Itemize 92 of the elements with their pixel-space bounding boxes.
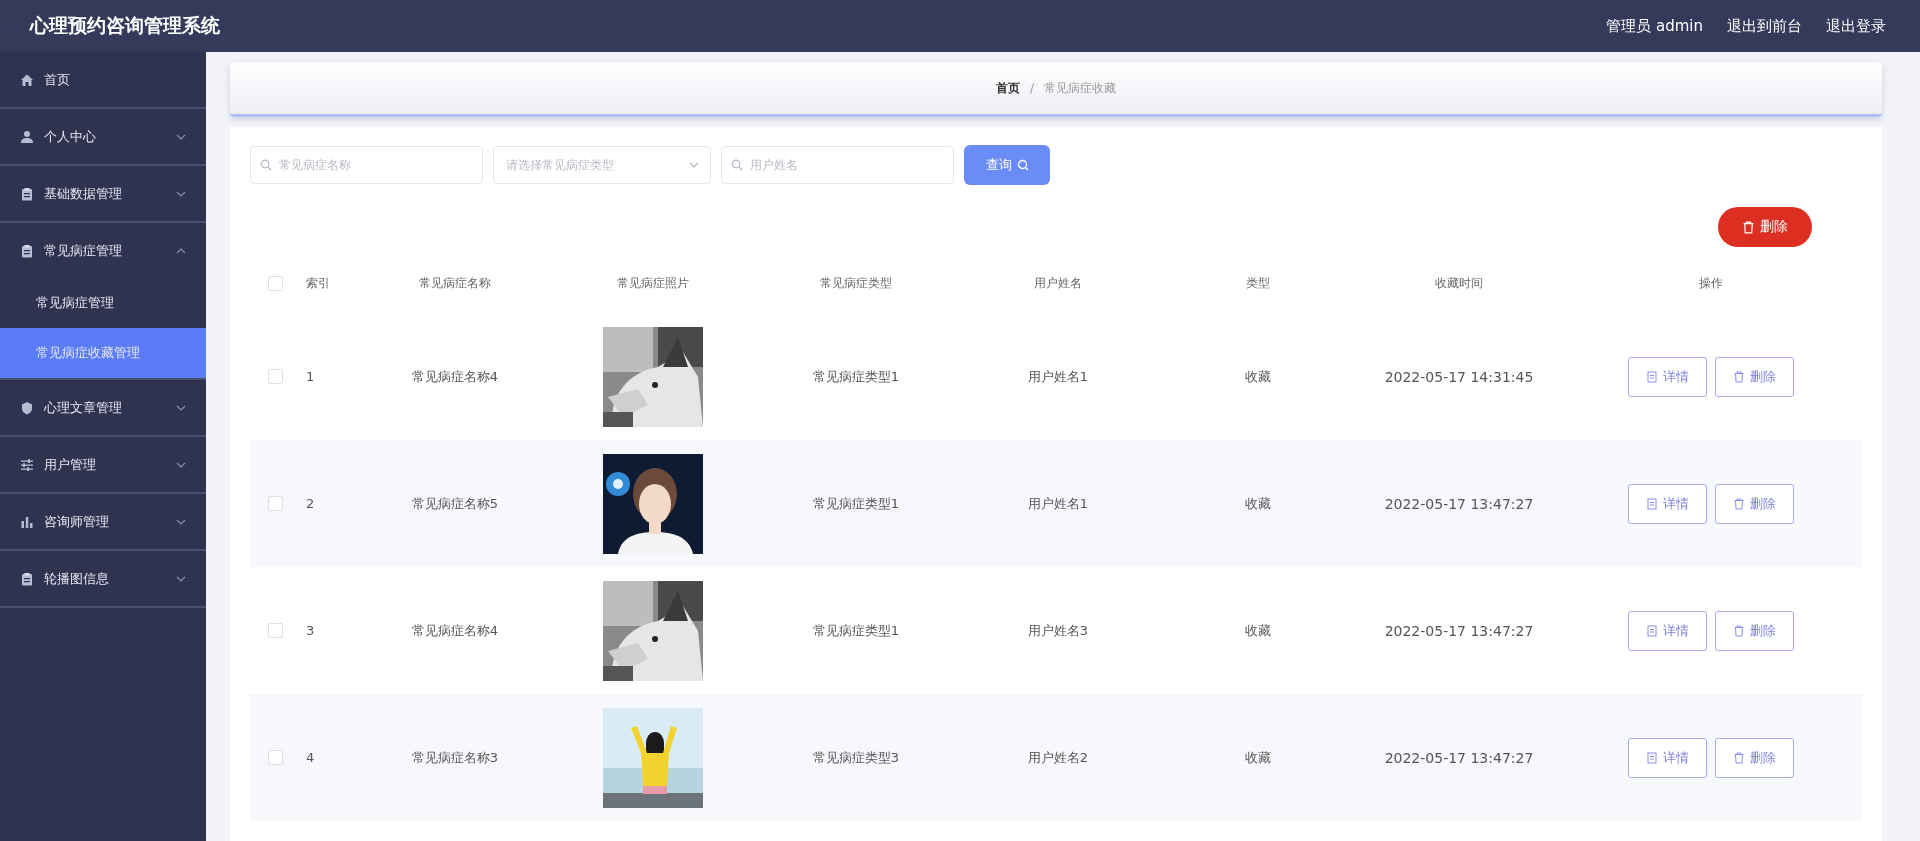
sidebar-item[interactable]: 基础数据管理 [0,166,206,221]
table-cell-text: 用户姓名2 [1026,748,1090,767]
search-icon [731,159,743,171]
table-cell-text: 常见病症名称5 [410,494,500,513]
select-field[interactable]: 请选择常见病症类型 [493,146,711,184]
delete-button[interactable]: 删除 [1715,737,1794,778]
header-link[interactable]: 退出登录 [1826,16,1886,36]
sidebar-item[interactable]: 常见病症管理 [0,223,206,278]
details-button[interactable]: 详情 [1628,483,1707,524]
table-cell-text: 4 [305,750,316,765]
table-cell-text: 用户姓名3 [1026,621,1090,640]
trash-icon [1733,497,1745,510]
trash-icon [1733,751,1745,764]
table-cell-text: 2022-05-17 13:47:27 [1383,622,1535,639]
clipboard-icon [20,243,34,258]
table-cell-text: 2022-05-17 13:47:27 [1383,749,1535,766]
details-button[interactable]: 详情 [1628,356,1707,397]
chevron-icon [176,518,186,525]
clipboard-icon [20,571,34,586]
trash-icon [1742,220,1755,234]
trash-icon [1733,370,1745,383]
home-icon [20,72,34,87]
search-field[interactable]: 常见病症名称 [250,146,483,184]
column-header: 类型 [1245,274,1271,292]
table-cell-text: 常见病症类型1 [811,367,901,386]
chevron-icon [176,404,186,411]
sidebar-item[interactable]: 轮播图信息 [0,551,206,606]
table-cell-text: 2 [305,496,316,511]
clipboard-icon [20,186,34,201]
table-cell-text: 收藏 [1244,621,1272,640]
document-icon [1646,751,1658,764]
table-cell-text: 常见病症名称4 [410,621,500,640]
column-header: 常见病症照片 [616,274,690,292]
chevron-icon [176,133,186,140]
user-icon [20,129,34,144]
column-header: 常见病症名称 [418,274,492,292]
column-header: 收藏时间 [1434,274,1484,292]
table-cell-text: 1 [305,369,316,384]
search-icon [1016,159,1029,171]
table-cell-text: 2022-05-17 14:31:45 [1383,368,1535,385]
document-icon [1646,624,1658,637]
chevron-icon [689,162,699,168]
checkbox[interactable] [267,369,283,384]
header-link[interactable]: 管理员 admin [1606,16,1703,36]
document-icon [1646,497,1658,510]
table-cell-text: 3 [305,623,316,638]
chevron-icon [176,247,186,254]
table-cell-text: 收藏 [1244,748,1272,767]
checkbox[interactable] [267,750,283,765]
bar-chart-icon [20,514,34,529]
column-header: 操作 [1698,274,1724,292]
delete-button[interactable]: 删除 [1718,207,1812,247]
table-cell-text: 2022-05-17 13:47:27 [1383,495,1535,512]
chevron-icon [176,461,186,468]
chevron-icon [176,190,186,197]
search-field[interactable]: 用户姓名 [721,146,954,184]
column-header: 常见病症类型 [819,274,893,292]
search-icon [260,159,272,171]
column-header: 用户姓名 [1033,274,1083,292]
table-cell-text: 常见病症类型1 [811,494,901,513]
table-cell-text: 常见病症名称3 [410,748,500,767]
trash-icon [1733,624,1745,637]
breadcrumb-separator: / [1029,81,1034,95]
table-cell-text: 收藏 [1244,367,1272,386]
details-button[interactable]: 详情 [1628,737,1707,778]
checkbox[interactable] [267,623,283,638]
table-cell-text: 用户姓名1 [1026,367,1090,386]
details-button[interactable]: 详情 [1628,610,1707,651]
sidebar-item[interactable]: 用户管理 [0,437,206,492]
column-header: 索引 [305,274,331,292]
sidebar-item[interactable]: 咨询师管理 [0,494,206,549]
table-cell-text: 用户姓名1 [1026,494,1090,513]
chevron-icon [176,575,186,582]
document-icon [1646,370,1658,383]
app-title: 心理预约咨询管理系统 [30,13,220,38]
sidebar-item[interactable]: 首页 [0,52,206,107]
delete-button[interactable]: 删除 [1715,483,1794,524]
table-cell-text: 常见病症名称4 [410,367,500,386]
checkbox[interactable] [267,275,283,291]
sidebar-item[interactable]: 个人中心 [0,109,206,164]
delete-button[interactable]: 删除 [1715,610,1794,651]
badge-icon [20,400,34,415]
header-link[interactable]: 退出到前台 [1727,16,1802,36]
delete-button[interactable]: 删除 [1715,356,1794,397]
submenu-item[interactable]: 常见病症管理 [0,278,206,328]
sliders-icon [20,457,34,472]
checkbox[interactable] [267,496,283,511]
table-cell-text: 常见病症类型3 [811,748,901,767]
sidebar-item[interactable]: 心理文章管理 [0,380,206,435]
table-cell-text: 收藏 [1244,494,1272,513]
table-cell-text: 常见病症类型1 [811,621,901,640]
breadcrumb-link[interactable]: 首页 [995,79,1020,97]
